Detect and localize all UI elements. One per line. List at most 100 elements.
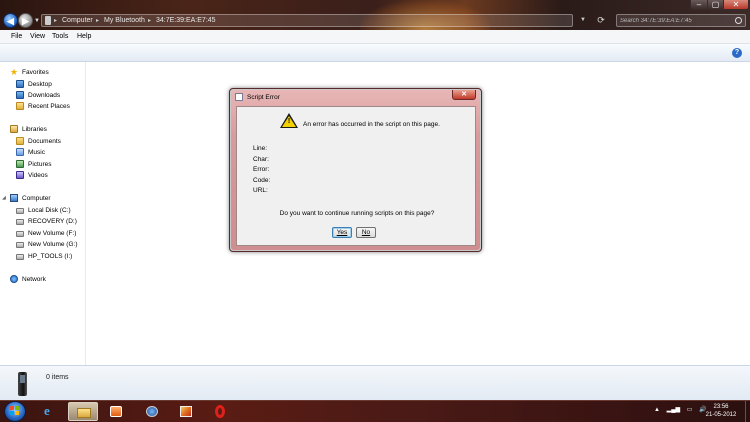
no-button[interactable]: No: [356, 227, 376, 238]
drive-icon: [16, 208, 24, 214]
address-dropdown[interactable]: ▼: [576, 14, 590, 27]
show-hidden-icons-icon[interactable]: ▲: [654, 407, 660, 413]
drive-icon: [16, 219, 24, 225]
dialog-close-button[interactable]: ✕: [452, 90, 476, 100]
expand-arrow-icon[interactable]: ◢: [2, 195, 6, 201]
maximize-button[interactable]: ▢: [707, 0, 724, 10]
nav-label: New Volume (G:): [28, 241, 78, 248]
nav-label: RECOVERY (D:): [28, 218, 77, 225]
downloads-icon: [16, 91, 24, 99]
folder-icon: [77, 408, 91, 418]
opera-icon: [215, 405, 225, 418]
nav-label: Network: [22, 276, 46, 283]
menu-help[interactable]: Help: [77, 33, 91, 40]
close-window-button[interactable]: ✕: [723, 0, 749, 10]
desktop-icon: [16, 80, 24, 88]
menu-file[interactable]: File: [11, 33, 22, 40]
yes-button[interactable]: Yes: [332, 227, 352, 238]
signal-strength-icon[interactable]: ▂▄▆: [667, 406, 680, 413]
dialog-body: ! An error has occurred in the script on…: [236, 106, 476, 246]
libraries-icon: [10, 125, 18, 133]
taskbar-internet-explorer[interactable]: e: [36, 402, 64, 421]
battery-icon[interactable]: ▭: [687, 406, 693, 413]
music-icon: [16, 148, 24, 156]
videos-icon: [16, 171, 24, 179]
field-char: Char:: [253, 156, 269, 163]
details-pane: 0 items: [0, 365, 750, 400]
dialog-titlebar[interactable]: Script Error ✕: [231, 90, 480, 104]
help-icon[interactable]: ?: [732, 48, 742, 58]
nav-label: Pictures: [28, 161, 52, 168]
field-error: Error:: [253, 166, 270, 173]
start-button[interactable]: [4, 401, 26, 422]
forward-button[interactable]: ▶: [18, 13, 33, 28]
field-line: Line:: [253, 145, 268, 152]
clock-time: 23:56: [713, 404, 729, 410]
warning-exclamation: !: [287, 118, 291, 125]
error-message: An error has occurred in the script on t…: [303, 121, 440, 128]
drive-icon: [16, 231, 24, 237]
search-input[interactable]: [620, 16, 732, 26]
nav-label: Downloads: [28, 92, 61, 99]
breadcrumb-separator[interactable]: ▸: [96, 17, 99, 24]
star-icon: ★: [10, 67, 19, 77]
taskbar-opera[interactable]: [206, 402, 234, 421]
nav-label: Videos: [28, 172, 48, 179]
script-error-dialog: Script Error ✕ ! An error has occurred i…: [229, 88, 482, 252]
drive-icon: [16, 242, 24, 248]
recent-pages-dropdown[interactable]: ▼: [34, 18, 40, 24]
nav-label: Music: [28, 149, 45, 156]
bluetooth-device-icon: [45, 16, 51, 25]
items-count: 0 items: [46, 374, 69, 381]
taskbar-hp-app[interactable]: [138, 402, 166, 421]
search-icon[interactable]: [735, 17, 742, 24]
nav-label: Desktop: [28, 81, 52, 88]
forward-arrow-icon: ▶: [22, 16, 29, 26]
nav-label: Libraries: [22, 126, 47, 133]
phone-icon: [18, 372, 27, 396]
windows-start-icon: [10, 406, 20, 416]
network-icon: [10, 275, 18, 283]
recent-places-icon: [16, 102, 24, 110]
breadcrumb-my-bluetooth[interactable]: My Bluetooth: [104, 17, 145, 24]
dialog-frame: Script Error ✕ ! An error has occurred i…: [231, 90, 480, 250]
nav-label: Computer: [22, 195, 51, 202]
drive-icon: [16, 254, 24, 260]
nav-label: Recent Places: [28, 103, 70, 110]
nav-label: Local Disk (C:): [28, 207, 71, 214]
command-bar: ?: [0, 44, 750, 62]
search-box[interactable]: [616, 14, 746, 27]
refresh-button[interactable]: ⟳: [592, 14, 610, 27]
no-label: No: [361, 229, 371, 236]
nav-label: New Volume (F:): [28, 230, 77, 237]
breadcrumb-computer[interactable]: Computer: [62, 17, 93, 24]
address-bar[interactable]: ▸ Computer ▸ My Bluetooth ▸ 34:7E:39:EA:…: [41, 14, 573, 27]
hp-icon: [146, 406, 158, 417]
show-desktop-button[interactable]: [745, 401, 750, 422]
refresh-icon: ⟳: [597, 15, 605, 25]
documents-icon: [16, 137, 24, 145]
clock[interactable]: 23:56 21-05-2012: [700, 403, 742, 419]
menu-tools[interactable]: Tools: [52, 33, 68, 40]
menu-view[interactable]: View: [30, 33, 45, 40]
internet-explorer-icon: e: [44, 403, 50, 418]
back-button[interactable]: ◀: [3, 13, 18, 28]
breadcrumb-separator[interactable]: ▸: [148, 17, 151, 24]
field-url: URL:: [253, 187, 268, 194]
taskbar: e ▲ ▂▄▆ ▭ 🔊 23:56 21-05-2012: [0, 400, 750, 422]
navigation-pane: ★ Favorites Desktop Downloads Recent Pla…: [0, 62, 86, 365]
dialog-window-icon: [235, 93, 243, 101]
continue-question: Do you want to continue running scripts …: [279, 210, 435, 217]
taskbar-windows-explorer[interactable]: [68, 402, 98, 421]
yes-label: Yes: [336, 229, 348, 236]
media-player-icon: [110, 406, 122, 417]
dialog-title: Script Error: [247, 94, 280, 101]
menu-bar: File View Tools Help: [0, 30, 750, 44]
taskbar-app[interactable]: [172, 402, 200, 421]
taskbar-media-player[interactable]: [102, 402, 130, 421]
nav-label: Favorites: [22, 69, 49, 76]
breadcrumb-device[interactable]: 34:7E:39:EA:E7:45: [156, 17, 216, 24]
clock-date: 21-05-2012: [705, 412, 737, 418]
breadcrumb-separator[interactable]: ▸: [54, 17, 57, 24]
minimize-button[interactable]: –: [690, 0, 708, 10]
